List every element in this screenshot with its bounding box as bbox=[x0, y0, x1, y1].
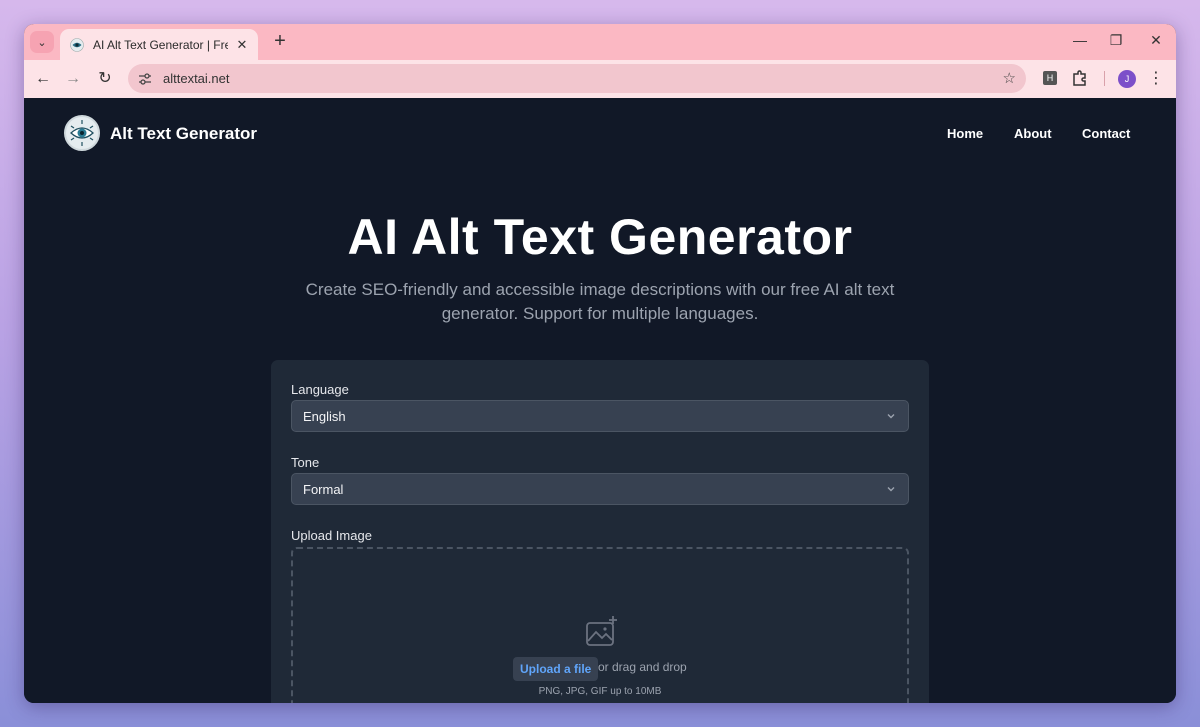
window-close-icon[interactable]: ✕ bbox=[1146, 32, 1166, 49]
tone-select[interactable]: Formal bbox=[291, 473, 909, 505]
hero-title: AI Alt Text Generator bbox=[347, 209, 853, 265]
site-brand[interactable]: Alt Text Generator bbox=[110, 124, 257, 144]
restore-icon[interactable]: ❐ bbox=[1106, 32, 1126, 49]
bookmark-star-icon[interactable]: ☆ bbox=[1003, 69, 1016, 87]
file-type-hint: PNG, JPG, GIF up to 10MB bbox=[538, 686, 662, 697]
back-arrow-icon[interactable]: ← bbox=[32, 68, 54, 90]
language-select[interactable]: English bbox=[291, 400, 909, 432]
menu-kebab-icon[interactable]: ⋮ bbox=[1148, 68, 1164, 88]
tone-label: Tone bbox=[291, 455, 320, 470]
eye-favicon-icon bbox=[70, 37, 84, 52]
minimize-icon[interactable]: — bbox=[1070, 32, 1090, 48]
tab-search-button[interactable]: ⌄ bbox=[30, 31, 54, 53]
tone-selected-value: Formal bbox=[303, 481, 344, 497]
browser-tab-active[interactable]: AI Alt Text Generator | Free Tool ✕ bbox=[60, 29, 258, 60]
generator-form-card: Language English Tone Formal Upload Imag… bbox=[271, 360, 929, 703]
url-text: alttextai.net bbox=[163, 71, 230, 86]
chevron-down-icon: ⌄ bbox=[37, 36, 47, 49]
browser-window: ⌄ AI Alt Text Generator | Free Tool ✕ + … bbox=[24, 24, 1176, 703]
site-logo[interactable] bbox=[64, 115, 100, 151]
tab-title: AI Alt Text Generator | Free Tool bbox=[93, 37, 228, 52]
site-header: Alt Text Generator Home About Contact bbox=[24, 98, 1176, 170]
language-label: Language bbox=[291, 382, 349, 397]
browser-toolbar: ← → ↻ alttextai.net ☆ H J ⋮ bbox=[24, 60, 1176, 98]
extensions-puzzle-icon[interactable] bbox=[1070, 68, 1090, 88]
upload-file-button[interactable]: Upload a file bbox=[513, 657, 599, 681]
web-page: Alt Text Generator Home About Contact AI… bbox=[24, 98, 1176, 703]
address-bar[interactable]: alttextai.net ☆ bbox=[128, 64, 1026, 93]
reload-icon[interactable]: ↻ bbox=[94, 68, 116, 90]
language-selected-value: English bbox=[303, 408, 346, 424]
extension-h-icon[interactable]: H bbox=[1043, 71, 1057, 85]
new-tab-plus-icon[interactable]: + bbox=[268, 30, 292, 52]
nav-contact-link[interactable]: Contact bbox=[1082, 126, 1130, 141]
chevron-down-icon bbox=[887, 487, 895, 492]
forward-arrow-icon[interactable]: → bbox=[62, 68, 84, 90]
drag-drop-text: or drag and drop bbox=[598, 660, 687, 674]
eye-logo-icon bbox=[70, 120, 94, 146]
profile-avatar[interactable]: J bbox=[1118, 70, 1136, 88]
nav-home-link[interactable]: Home bbox=[947, 126, 983, 141]
chevron-down-icon bbox=[887, 414, 895, 419]
toolbar-divider bbox=[1104, 71, 1105, 86]
site-settings-icon[interactable] bbox=[138, 72, 152, 86]
upload-image-label: Upload Image bbox=[291, 528, 372, 543]
image-add-icon bbox=[586, 616, 617, 646]
close-icon[interactable]: ✕ bbox=[234, 37, 250, 53]
tab-strip: ⌄ AI Alt Text Generator | Free Tool ✕ + … bbox=[24, 24, 1176, 60]
upload-dropzone[interactable]: Upload a file or drag and drop PNG, JPG,… bbox=[291, 547, 909, 703]
nav-about-link[interactable]: About bbox=[1014, 126, 1052, 141]
hero-subtitle: Create SEO-friendly and accessible image… bbox=[305, 280, 895, 323]
